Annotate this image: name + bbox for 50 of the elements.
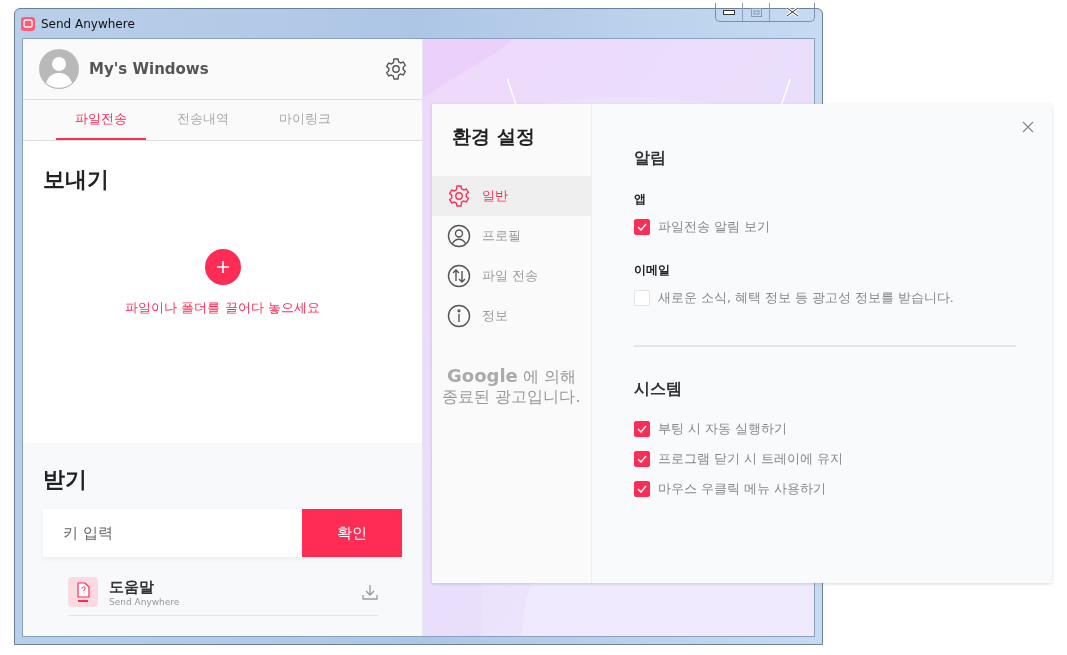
settings-icon (447, 184, 471, 208)
tab[interactable]: 전송내역 (157, 100, 248, 140)
option-label: 프로그램 닫기 시 트레이에 유지 (658, 450, 843, 468)
check-icon (637, 223, 647, 231)
check-icon (637, 485, 647, 493)
download-icon[interactable] (362, 584, 378, 600)
checkbox[interactable] (634, 219, 650, 235)
option-label: 부팅 시 자동 실행하기 (658, 420, 787, 438)
key-input-field[interactable]: 키 입력 (43, 509, 303, 557)
send-title: 보내기 (43, 166, 110, 194)
file-name: 도움말 (109, 577, 155, 597)
settings-nav-item[interactable]: 프로필 (432, 216, 591, 256)
app-icon (21, 16, 35, 31)
close-icon[interactable] (1022, 121, 1034, 133)
confirm-button[interactable]: 확인 (302, 509, 402, 557)
avatar (39, 49, 79, 89)
device-name: My's Windows (89, 60, 210, 78)
settings-title: 환경 설정 (451, 124, 536, 149)
check-icon (637, 455, 647, 463)
option-label: 새로운 소식, 혜택 정보 등 광고성 정보를 받습니다. (658, 289, 954, 307)
close-icon (785, 7, 799, 17)
drop-hint: 파일이나 폴더를 끌어다 놓으세요 (125, 299, 320, 317)
ad-closed-notice: Google 에 의해 종료된 광고입니다. (441, 366, 582, 407)
section-title: 시스템 (634, 379, 683, 400)
check-icon (637, 425, 647, 433)
tab[interactable]: 파일전송 (55, 100, 146, 140)
option-label: 마우스 우클릭 메뉴 사용하기 (658, 480, 826, 498)
settings-nav-item[interactable]: 파일 전송 (432, 256, 591, 296)
settings-icon (384, 57, 408, 81)
checkbox[interactable] (634, 451, 650, 467)
group-label: 이메일 (634, 262, 671, 279)
add-button[interactable] (204, 249, 241, 285)
tab[interactable]: 마이링크 (259, 100, 350, 140)
settings-nav-item[interactable]: 정보 (432, 296, 591, 336)
person-icon (447, 224, 471, 248)
checkbox[interactable] (634, 481, 650, 497)
info-icon (447, 304, 471, 328)
window-title: Send Anywhere (41, 16, 135, 31)
receive-title: 받기 (43, 466, 88, 494)
minimize-icon (723, 9, 735, 15)
group-label: 앱 (634, 191, 647, 208)
help-file-icon (68, 577, 98, 607)
section-title: 알림 (634, 148, 667, 169)
checkbox[interactable] (634, 421, 650, 437)
option-label: 파일전송 알림 보기 (658, 218, 770, 236)
plus-icon (216, 261, 229, 273)
file-source: Send Anywhere (109, 596, 181, 607)
settings-nav-item[interactable]: 일반 (432, 176, 591, 216)
arrows-icon (447, 264, 471, 288)
maximize-icon (750, 7, 762, 17)
